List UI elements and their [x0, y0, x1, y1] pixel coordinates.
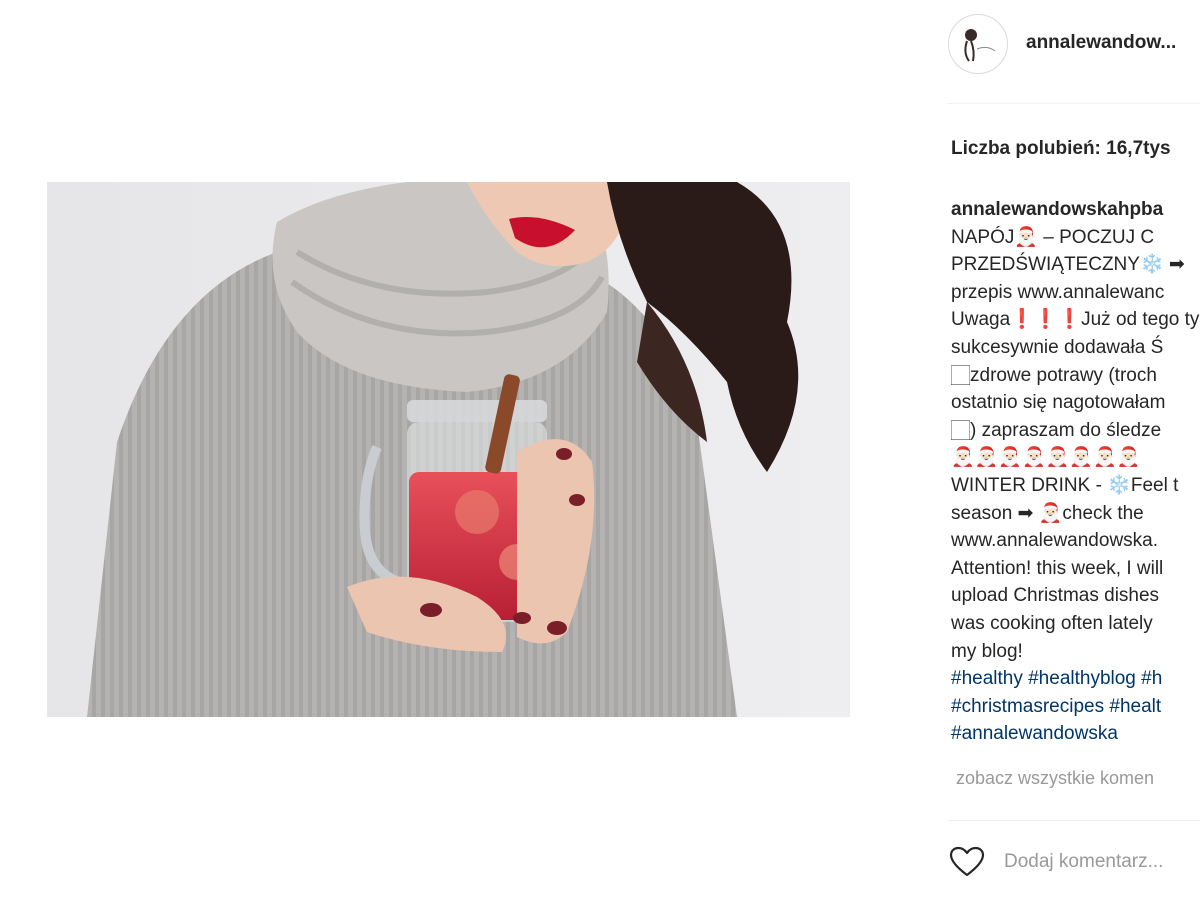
caption-line: 🏻) zapraszam do śledze	[951, 419, 1162, 441]
post-caption: annalewandowskahpba NAPÓJ🎅🏻 – POCZUJ C P…	[951, 196, 1200, 748]
header-divider	[948, 103, 1200, 104]
hashtag-line[interactable]: #christmasrecipes #healt	[951, 693, 1200, 721]
comment-input[interactable]	[1004, 848, 1200, 876]
caption-line: season ➡ 🎅🏻check the	[951, 502, 1144, 524]
caption-line: upload Christmas dishes	[951, 585, 1160, 607]
caption-line: WINTER DRINK - ❄️Feel t	[951, 474, 1179, 496]
view-all-comments-link[interactable]: zobacz wszystkie komen	[956, 768, 1154, 789]
post-sidebar: annalewandow... Liczba polubień: 16,7tys…	[920, 0, 1200, 899]
profile-avatar[interactable]	[948, 14, 1008, 74]
caption-line: sukcesywnie dodawała Ś	[951, 336, 1164, 358]
post-username[interactable]: annalewandow...	[1026, 32, 1176, 54]
likes-count[interactable]: Liczba polubień: 16,7tys	[951, 138, 1171, 160]
caption-line: 🎅🏻🎅🏻🎅🏻🎅🏻🎅🏻🎅🏻🎅🏻🎅🏻	[951, 447, 1141, 469]
caption-line: PRZEDŚWIĄTECZNY❄️ ➡	[951, 254, 1185, 276]
caption-line: was cooking often lately	[951, 612, 1153, 634]
caption-line: Uwaga❗❗❗Już od tego ty	[951, 309, 1200, 331]
hashtag-line[interactable]: #healthy #healthyblog #h	[951, 665, 1200, 693]
caption-line: NAPÓJ🎅🏻 – POCZUJ C	[951, 226, 1155, 248]
caption-line: my blog!	[951, 640, 1023, 662]
caption-line: www.annalewandowska.	[951, 530, 1159, 552]
post-header: annalewandow...	[948, 14, 1200, 74]
heart-outline-icon[interactable]	[949, 846, 985, 878]
post-photo[interactable]	[47, 182, 850, 717]
hashtag-line[interactable]: #annalewandowska	[951, 720, 1200, 748]
caption-line: przepis www.annalewanc	[951, 281, 1165, 303]
caption-author[interactable]: annalewandowskahpba	[951, 196, 1200, 224]
caption-line: ostatnio się nagotowałam	[951, 392, 1166, 414]
comment-bar	[948, 840, 1200, 884]
caption-line: 🏻zdrowe potrawy (troch	[951, 364, 1157, 386]
caption-line: Attention! this week, I will	[951, 557, 1164, 579]
comment-divider	[948, 820, 1200, 821]
post-photo-area	[0, 0, 920, 899]
